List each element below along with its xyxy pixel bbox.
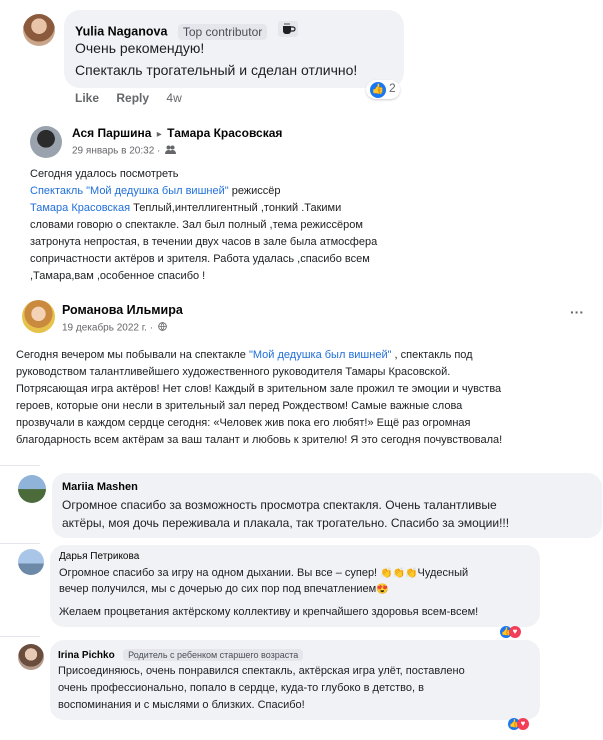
comment-author[interactable]: Mariia Mashen	[62, 481, 138, 493]
comment-author[interactable]: Irina Pichko	[58, 650, 115, 661]
comment-text-line: воспоминания и с мыслями о близких. Спас…	[58, 699, 305, 711]
left-divider	[0, 543, 40, 544]
post-text-line: ,Тамара,вам ,особенное спасибо !	[30, 270, 206, 282]
comment-text-line: Огромное спасибо за возможность просмотр…	[62, 498, 497, 512]
comment-text-line: Желаем процветания актёрскому коллективу…	[59, 606, 479, 618]
more-options-button[interactable]: ···	[570, 304, 584, 320]
friends-icon	[165, 145, 177, 157]
heart-eyes-icon: 😍	[376, 584, 389, 595]
post-link-spectacle[interactable]: Спектакль "Мой дедушка был вишней"	[30, 185, 229, 197]
avatar[interactable]	[30, 126, 62, 158]
globe-icon	[158, 322, 167, 334]
coffee-cup-icon	[277, 21, 298, 42]
post-romanova: Романова Ильмира 19 декабрь 2022 г. · ··…	[0, 292, 603, 462]
post-date[interactable]: 19 декабрь 2022 г. ·	[62, 323, 153, 334]
post-date[interactable]: 29 январь в 20:32 ·	[72, 146, 160, 157]
avatar[interactable]	[18, 549, 44, 575]
comment-text-line: Присоединяюсь, очень понравился спектакл…	[58, 665, 465, 677]
post-text-line: словами говорю о спектакле. Зал был полн…	[30, 219, 363, 231]
comment-yulia: Yulia Naganova Top contributor Очень рек…	[0, 0, 603, 115]
post-text-line: благодарность всем актёрам за ваш талант…	[16, 434, 503, 446]
clapping-hands-icon: 👏👏👏	[380, 568, 418, 579]
parent-role-badge: Родитель с ребенком старшего возраста	[123, 649, 304, 661]
left-divider	[0, 636, 40, 637]
comment-mariia: Mariia Mashen Огромное спасибо за возмож…	[0, 465, 603, 540]
post-text-line: затронута непростая, в течении двух часо…	[30, 236, 378, 248]
post-target-page[interactable]: Тамара Красовская	[167, 126, 282, 140]
left-divider	[0, 465, 40, 466]
comment-text-line: очень профессионально, попало в сердце, …	[58, 682, 424, 694]
avatar[interactable]	[22, 300, 55, 333]
comment-irina: Irina Pichko Родитель с ребенком старшег…	[0, 636, 603, 740]
love-reaction-icon: ♥	[517, 718, 529, 730]
post-link-spectacle[interactable]: "Мой дедушка был вишней"	[249, 349, 392, 361]
post-text-line: прозвучали в каждом сердце сегодня: «Чел…	[16, 417, 471, 429]
post-text-line: героев, которые они несли в зрительный з…	[16, 400, 463, 412]
comment-text-line: Спектакль трогательный и сделан отлично!	[75, 62, 358, 78]
comment-author[interactable]: Yulia Naganova	[75, 25, 167, 39]
avatar[interactable]	[23, 14, 55, 46]
like-reaction-icon: 👍	[370, 82, 386, 98]
reply-link[interactable]: Reply	[116, 91, 149, 105]
post-text-line: руководством талантливейшего художествен…	[16, 366, 451, 378]
comment-text-line: актёры, моя дочь переживала и плакала, т…	[62, 516, 510, 530]
arrow-right-icon: ▸	[156, 129, 162, 140]
post-author[interactable]: Ася Паршина	[72, 126, 151, 140]
post-text-line: Сегодня удалось посмотреть	[30, 168, 179, 180]
post-asya: Ася Паршина ▸ Тамара Красовская 29 январ…	[20, 118, 440, 288]
comment-author[interactable]: Дарья Петрикова	[59, 551, 139, 562]
post-link-person[interactable]: Тамара Красовская	[30, 202, 130, 214]
like-link[interactable]: Like	[75, 91, 99, 105]
post-text-line: сопричастности актёров и зрителя. Работа…	[30, 253, 370, 265]
post-body: Сегодня вечером мы побывали на спектакле…	[16, 347, 601, 449]
comment-text-line: Очень рекомендую!	[75, 40, 205, 56]
post-body: Сегодня удалось посмотреть Спектакль "Мо…	[30, 166, 430, 285]
top-contributor-badge: Top contributor	[177, 23, 268, 40]
comment-time[interactable]: 4w	[166, 91, 181, 105]
avatar[interactable]	[18, 644, 44, 670]
reaction-count[interactable]: 👍 2	[366, 80, 400, 99]
post-text-line: Потрясающая игра актёров! Нет слов! Кажд…	[16, 383, 502, 395]
avatar[interactable]	[18, 475, 46, 503]
comment-darya: Дарья Петрикова Огромное спасибо за игру…	[0, 543, 603, 638]
post-author[interactable]: Романова Ильмира	[62, 303, 183, 317]
reaction-icons[interactable]: 👍 ♥	[508, 713, 529, 731]
